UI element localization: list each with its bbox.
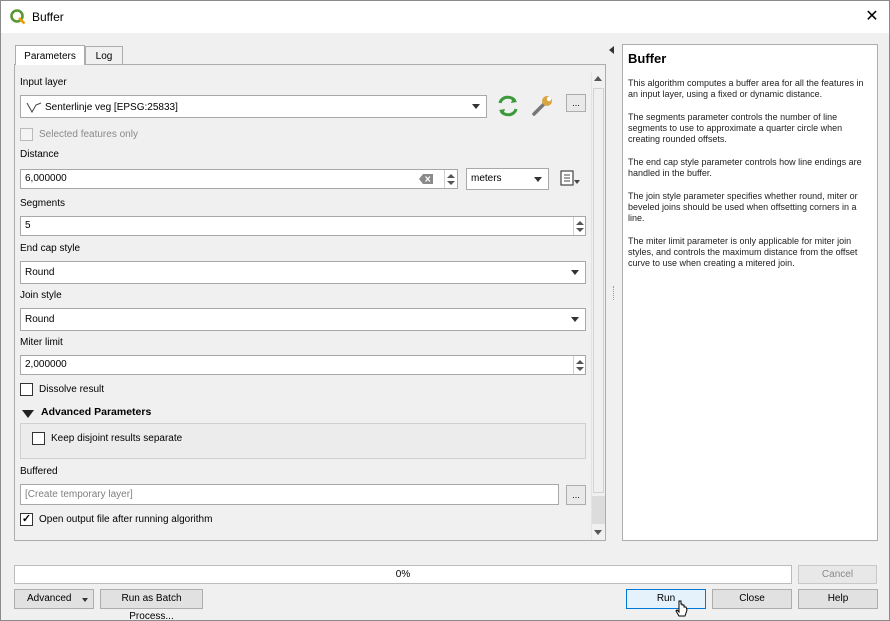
- collapse-help-icon[interactable]: [609, 46, 614, 54]
- chevron-down-icon: [534, 177, 542, 182]
- cancel-button[interactable]: Cancel: [798, 565, 877, 584]
- help-paragraph: The segments parameter controls the numb…: [628, 112, 843, 144]
- title-bar: Buffer ✕: [1, 1, 889, 33]
- mouse-cursor-icon: [675, 600, 688, 617]
- chevron-down-icon: [82, 598, 88, 602]
- refresh-icon[interactable]: [496, 95, 520, 117]
- data-defined-override-icon[interactable]: [558, 168, 582, 190]
- distance-unit-value: meters: [471, 173, 502, 184]
- tab-parameters[interactable]: Parameters: [15, 45, 85, 65]
- input-layer-value: Senterlinje veg [EPSG:25833]: [45, 102, 178, 113]
- help-panel: Buffer This algorithm computes a buffer …: [622, 44, 878, 541]
- window-title: Buffer: [32, 10, 64, 24]
- buffered-placeholder: [Create temporary layer]: [25, 489, 133, 500]
- miter-limit-stepper[interactable]: [573, 356, 585, 374]
- join-style-value: Round: [25, 314, 55, 325]
- tab-log-label: Log: [95, 51, 113, 62]
- help-paragraph: The miter limit parameter is only applic…: [628, 236, 858, 268]
- chevron-down-icon: [472, 104, 480, 109]
- buffered-output-input[interactable]: [Create temporary layer]: [20, 484, 559, 505]
- advanced-button-label: Advanced: [27, 593, 72, 604]
- end-cap-value: Round: [25, 267, 55, 278]
- run-batch-button[interactable]: Run as Batch Process...: [100, 589, 203, 620]
- distance-value: 6,000000: [25, 173, 67, 184]
- miter-limit-value: 2,000000: [25, 359, 67, 370]
- progress-text: 0%: [395, 569, 411, 580]
- scroll-up-icon[interactable]: [594, 76, 602, 81]
- distance-input[interactable]: 6,000000: [20, 169, 458, 189]
- spin-down-icon: [576, 367, 584, 371]
- selected-features-checkbox[interactable]: [20, 128, 33, 141]
- scroll-down-icon[interactable]: [594, 530, 602, 535]
- help-button[interactable]: Help: [798, 589, 878, 609]
- scrollbar-thumb[interactable]: [593, 88, 604, 493]
- run-button[interactable]: Run: [626, 589, 706, 609]
- chevron-down-icon: [571, 270, 579, 275]
- keep-disjoint-checkbox[interactable]: [32, 432, 45, 445]
- spin-up-icon: [576, 360, 584, 364]
- help-paragraph: The join style parameter specifies wheth…: [628, 191, 858, 223]
- line-layer-icon: [26, 102, 42, 113]
- buffered-label: Buffered: [20, 466, 58, 477]
- join-style-select[interactable]: Round: [20, 308, 586, 331]
- help-title: Buffer: [628, 51, 667, 66]
- segments-label: Segments: [20, 198, 66, 209]
- segments-stepper[interactable]: [573, 217, 585, 235]
- distance-unit-select[interactable]: meters: [466, 168, 549, 190]
- spin-up-icon: [447, 174, 455, 178]
- spin-up-icon: [576, 221, 584, 225]
- help-paragraph: The end cap style parameter controls how…: [628, 157, 862, 178]
- help-body: This algorithm computes a buffer area fo…: [628, 78, 874, 269]
- open-output-checkbox[interactable]: ✓: [20, 513, 33, 526]
- dissolve-label: Dissolve result: [39, 384, 105, 395]
- close-window-button[interactable]: ✕: [863, 8, 881, 26]
- end-cap-select[interactable]: Round: [20, 261, 586, 284]
- keep-disjoint-label: Keep disjoint results separate: [51, 433, 183, 444]
- help-paragraph: This algorithm computes a buffer area fo…: [628, 78, 864, 99]
- qgis-logo-icon: [10, 9, 26, 25]
- miter-limit-label: Miter limit: [20, 337, 63, 348]
- parameters-scrollbar[interactable]: [591, 72, 605, 540]
- end-cap-label: End cap style: [20, 243, 81, 254]
- join-style-label: Join style: [20, 290, 62, 301]
- wrench-icon[interactable]: [531, 95, 555, 117]
- advanced-parameters-label[interactable]: Advanced Parameters: [41, 406, 151, 418]
- input-layer-label: Input layer: [20, 77, 67, 88]
- buffered-options-button[interactable]: ...: [566, 485, 586, 505]
- clear-icon[interactable]: [419, 174, 433, 184]
- spin-down-icon: [576, 228, 584, 232]
- segments-input[interactable]: 5: [20, 216, 586, 236]
- close-button[interactable]: Close: [712, 589, 792, 609]
- distance-stepper[interactable]: [444, 170, 456, 188]
- selected-features-label: Selected features only: [39, 129, 138, 140]
- advanced-button[interactable]: Advanced: [14, 589, 94, 609]
- miter-limit-input[interactable]: 2,000000: [20, 355, 586, 375]
- scrollbar-track-lower[interactable]: [592, 496, 605, 524]
- tab-parameters-label: Parameters: [24, 51, 76, 62]
- buffer-dialog: Buffer ✕ Parameters Log Input layer Sent…: [0, 0, 890, 621]
- input-layer-combo[interactable]: Senterlinje veg [EPSG:25833]: [20, 95, 487, 118]
- segments-value: 5: [25, 220, 31, 231]
- dissolve-checkbox[interactable]: [20, 383, 33, 396]
- distance-label: Distance: [20, 149, 59, 160]
- splitter-handle[interactable]: [613, 286, 616, 300]
- tab-log[interactable]: Log: [85, 46, 123, 64]
- collapse-triangle-icon[interactable]: [22, 410, 34, 418]
- chevron-down-icon: [571, 317, 579, 322]
- input-layer-options-button[interactable]: ...: [566, 94, 586, 112]
- progress-bar: 0%: [14, 565, 792, 584]
- open-output-label: Open output file after running algorithm: [39, 514, 213, 525]
- spin-down-icon: [447, 181, 455, 185]
